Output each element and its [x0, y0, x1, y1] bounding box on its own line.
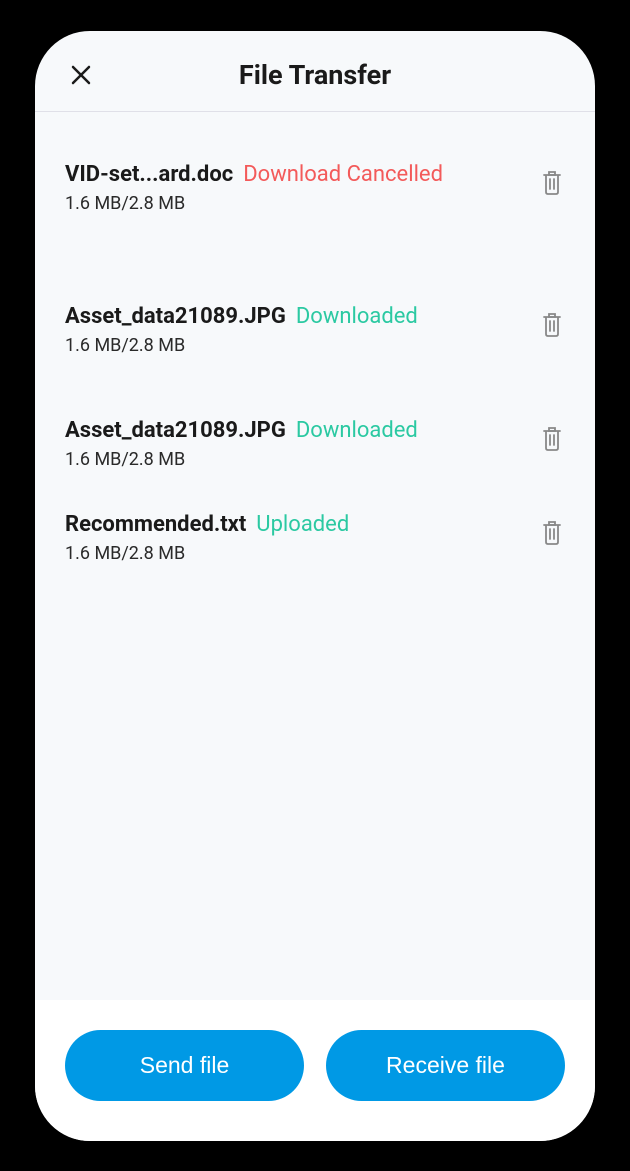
file-item: Asset_data21089.JPG Downloaded 1.6 MB/2.…: [65, 418, 565, 470]
trash-icon: [539, 310, 565, 338]
file-name: Asset_data21089.JPG: [65, 418, 286, 443]
file-size: 1.6 MB/2.8 MB: [65, 543, 527, 564]
button-bar: Send file Receive file: [35, 1000, 595, 1141]
file-size: 1.6 MB/2.8 MB: [65, 449, 527, 470]
delete-button[interactable]: [539, 424, 565, 452]
file-status: Download Cancelled: [243, 162, 443, 187]
trash-icon: [539, 168, 565, 196]
file-item: Asset_data21089.JPG Downloaded 1.6 MB/2.…: [65, 304, 565, 356]
trash-icon: [539, 518, 565, 546]
file-status: Downloaded: [296, 418, 418, 443]
trash-icon: [539, 424, 565, 452]
receive-file-button[interactable]: Receive file: [326, 1030, 565, 1101]
file-info: Recommended.txt Uploaded 1.6 MB/2.8 MB: [65, 512, 527, 564]
file-line: Asset_data21089.JPG Downloaded: [65, 418, 527, 443]
phone-frame: File Transfer VID-set...ard.doc Download…: [35, 31, 595, 1141]
file-name: Asset_data21089.JPG: [65, 304, 286, 329]
file-item: Recommended.txt Uploaded 1.6 MB/2.8 MB: [65, 512, 565, 564]
page-title: File Transfer: [65, 59, 565, 91]
file-size: 1.6 MB/2.8 MB: [65, 193, 527, 214]
file-line: Asset_data21089.JPG Downloaded: [65, 304, 527, 329]
file-name: VID-set...ard.doc: [65, 162, 233, 187]
delete-button[interactable]: [539, 310, 565, 338]
file-info: VID-set...ard.doc Download Cancelled 1.6…: [65, 162, 527, 214]
close-button[interactable]: [69, 63, 93, 87]
file-list: VID-set...ard.doc Download Cancelled 1.6…: [35, 112, 595, 1000]
delete-button[interactable]: [539, 168, 565, 196]
delete-button[interactable]: [539, 518, 565, 546]
file-line: VID-set...ard.doc Download Cancelled: [65, 162, 527, 187]
file-status: Uploaded: [256, 512, 349, 537]
file-status: Downloaded: [296, 304, 418, 329]
file-name: Recommended.txt: [65, 512, 246, 537]
close-icon: [69, 63, 93, 87]
file-info: Asset_data21089.JPG Downloaded 1.6 MB/2.…: [65, 304, 527, 356]
file-item: VID-set...ard.doc Download Cancelled 1.6…: [65, 162, 565, 214]
file-info: Asset_data21089.JPG Downloaded 1.6 MB/2.…: [65, 418, 527, 470]
file-line: Recommended.txt Uploaded: [65, 512, 527, 537]
file-size: 1.6 MB/2.8 MB: [65, 335, 527, 356]
header: File Transfer: [35, 31, 595, 112]
send-file-button[interactable]: Send file: [65, 1030, 304, 1101]
